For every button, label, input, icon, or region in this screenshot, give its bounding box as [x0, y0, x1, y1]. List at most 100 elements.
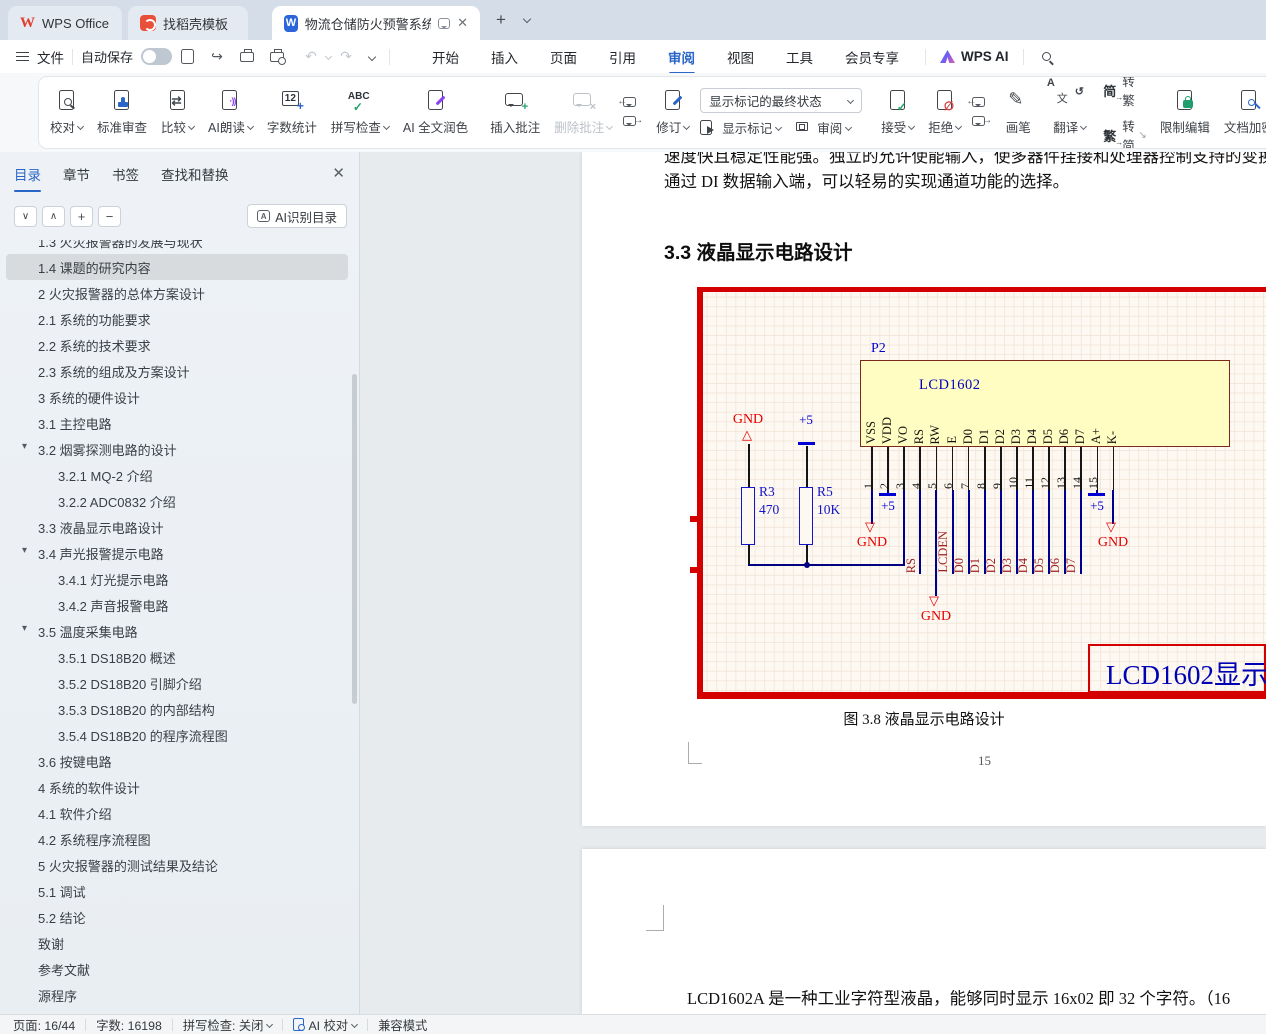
delete-comment-button[interactable]: × 删除批注 — [547, 82, 619, 144]
print-preview-icon[interactable] — [268, 48, 287, 66]
zoom-out-outline-button[interactable]: − — [98, 206, 121, 227]
toc-item[interactable]: 3.5.2 DS18B20 引脚介绍 — [6, 670, 348, 696]
tab-list-chevron-icon[interactable] — [522, 14, 532, 24]
previous-comment-icon[interactable]: ← — [617, 96, 641, 111]
comment-bubble-icon[interactable] — [438, 17, 451, 29]
toc-item[interactable]: 3.5.4 DS18B20 的程序流程图 — [6, 722, 348, 748]
spellcheck-status[interactable]: 拼写检查: 关闭 — [183, 1016, 274, 1034]
toc-item[interactable]: 3.2.2 ADC0832 介绍 — [6, 488, 348, 514]
word-count-button[interactable]: 12 + 字数统计 — [260, 82, 324, 144]
ink-pen-button[interactable]: ✎ 画笔 — [998, 82, 1038, 144]
search-icon[interactable] — [1041, 52, 1051, 61]
ai-proofread-status[interactable]: AI 校对 — [293, 1016, 359, 1034]
menu-tab[interactable]: 引用 — [593, 40, 652, 74]
toc-item[interactable]: 2.3 系统的组成及方案设计 — [6, 358, 348, 384]
toc-item[interactable]: 致谢 — [6, 930, 348, 956]
toc-item[interactable]: 3.4.1 灯光提示电路 — [6, 566, 348, 592]
menu-tab[interactable]: 开始 — [416, 40, 475, 74]
document-encrypt-button[interactable]: 文档加密 — [1217, 82, 1266, 144]
collapse-all-button[interactable]: ∧ — [42, 206, 65, 227]
sidebar-tab[interactable]: 章节 — [63, 164, 90, 192]
autosave-toggle[interactable] — [141, 48, 173, 65]
tab-wps-office[interactable]: W WPS Office — [8, 6, 122, 40]
toc-item[interactable]: 5.1 调试 — [6, 878, 348, 904]
track-changes-button[interactable]: 修订 — [649, 82, 696, 144]
menu-tab[interactable]: 视图 — [711, 40, 770, 74]
toc-item[interactable]: 3.6 按键电路 — [6, 748, 348, 774]
compare-button[interactable]: ⇄ 比较 — [154, 82, 201, 144]
new-tab-button[interactable]: + — [496, 10, 506, 30]
toc-item[interactable]: 源程序 — [6, 982, 348, 1008]
standard-review-button[interactable]: 标准审查 — [90, 82, 154, 144]
sidebar-tab[interactable]: 目录 — [14, 164, 41, 192]
dialog-launcher-icon[interactable]: ↘ — [1138, 130, 1146, 141]
toc-item[interactable]: 3.5 温度采集电路 — [6, 618, 348, 644]
print-icon[interactable] — [238, 48, 256, 66]
toc-item[interactable]: 4 系统的软件设计 — [6, 774, 348, 800]
spell-check-button[interactable]: ABC ✓ 拼写检查 — [324, 82, 396, 144]
toc-item[interactable]: 参考文献 — [6, 956, 348, 982]
toc-item[interactable]: 3 系统的硬件设计 — [6, 384, 348, 410]
markup-state-select[interactable]: 显示标记的最终状态 — [700, 88, 863, 113]
next-comment-icon[interactable]: → — [619, 115, 643, 130]
menu-tab[interactable]: 工具 — [770, 40, 829, 74]
word-count-indicator[interactable]: 字数: 16198 — [96, 1016, 162, 1034]
sidebar-scrollbar[interactable] — [352, 374, 357, 704]
proofread-button[interactable]: 校对 — [43, 82, 90, 144]
file-menu[interactable]: 文件 — [37, 47, 64, 67]
page-17[interactable]: LCD1602A 是一种工业字符型液晶，能够同时显示 16x02 即 32 个字… — [582, 849, 1266, 1014]
toc-item[interactable]: 2.1 系统的功能要求 — [6, 306, 348, 332]
zoom-in-outline-button[interactable]: + — [70, 206, 93, 227]
toc-item[interactable]: 2.2 系统的技术要求 — [6, 332, 348, 358]
toc-item[interactable]: 3.5.3 DS18B20 的内部结构 — [6, 696, 348, 722]
sidebar-tab[interactable]: 书签 — [112, 164, 139, 192]
toc-item[interactable]: 3.1 主控电路 — [6, 410, 348, 436]
toc-item[interactable]: 3.3 液晶显示电路设计 — [6, 514, 348, 540]
page-indicator[interactable]: 页面: 16/44 — [13, 1016, 75, 1034]
ai-polish-button[interactable]: AI 全文润色 — [396, 82, 475, 144]
menu-tab[interactable]: 会员专享 — [829, 40, 915, 74]
tab-document[interactable]: W 物流仓储防火预警系统设计 ✕ — [272, 6, 480, 40]
next-change-icon[interactable]: → — [968, 115, 992, 130]
tab-docer[interactable]: 找稻壳模板 — [128, 6, 248, 40]
ai-read-button[interactable]: ·)) AI朗读 — [201, 82, 260, 144]
previous-change-icon[interactable]: ← — [966, 96, 990, 111]
menu-tab[interactable]: 插入 — [475, 40, 534, 74]
ai-recognize-toc-button[interactable]: A AI识别目录 — [247, 204, 347, 228]
simplified-to-traditional-button[interactable]: 简 转繁 — [1103, 77, 1135, 109]
toc-item[interactable]: 5.2 结论 — [6, 904, 348, 930]
restrict-editing-button[interactable]: 限制编辑 — [1153, 82, 1217, 144]
toc-item[interactable]: 5 火灾报警器的测试结果及结论 — [6, 852, 348, 878]
menu-tab[interactable]: 页面 — [534, 40, 593, 74]
page-16[interactable]: 速度快且稳定性能强。独立的允许使能输入，使多器件挂接和处理器控制支持的变换 通过… — [582, 152, 1266, 826]
toc-item[interactable]: 3.2 烟雾探测电路的设计 — [6, 436, 348, 462]
toc-item[interactable]: 3.5.1 DS18B20 概述 — [6, 644, 348, 670]
sidebar-close-icon[interactable]: ✕ — [332, 164, 345, 182]
translate-button[interactable]: ↺ 翻译 — [1046, 82, 1093, 144]
quickbar-chevron-icon[interactable] — [367, 52, 377, 61]
undo-icon[interactable]: ↶ — [302, 48, 320, 66]
save-icon[interactable] — [178, 48, 196, 66]
toc-item[interactable]: 2 火灾报警器的总体方案设计 — [6, 280, 348, 306]
toc-item[interactable]: 1.4 课题的研究内容 — [6, 254, 348, 280]
insert-comment-button[interactable]: + 插入批注 — [483, 82, 547, 144]
wps-ai-button[interactable]: WPS AI — [961, 49, 1009, 64]
review-pane-button[interactable]: 审阅 — [795, 118, 853, 137]
sidebar-tab[interactable]: 查找和替换 — [161, 164, 229, 192]
traditional-to-simplified-button[interactable]: 繁 转简 — [1103, 116, 1135, 148]
toc-item[interactable]: 1.3 火灾报警器的发展与现状 — [6, 240, 348, 254]
document-canvas[interactable]: 速度快且稳定性能强。独立的允许使能输入，使多器件挂接和处理器控制支持的变换 通过… — [361, 152, 1266, 1014]
show-markup-button[interactable]: 显示标记 — [700, 118, 783, 137]
accept-button[interactable]: ✓ 接受 — [874, 82, 921, 144]
menu-tab[interactable]: 审阅 — [652, 40, 711, 75]
redo-icon[interactable]: ↷ — [337, 48, 355, 66]
toc-item[interactable]: 3.4.2 声音报警电路 — [6, 592, 348, 618]
expand-all-button[interactable]: ∨ — [14, 206, 37, 227]
undo-chevron-icon[interactable] — [324, 52, 333, 61]
export-icon[interactable]: ↪ — [208, 48, 226, 66]
toc-item[interactable]: 3.2.1 MQ-2 介绍 — [6, 462, 348, 488]
toc-item[interactable]: 4.2 系统程序流程图 — [6, 826, 348, 852]
toc-item[interactable]: 3.4 声光报警提示电路 — [6, 540, 348, 566]
close-tab-icon[interactable]: ✕ — [457, 15, 468, 31]
reject-button[interactable]: ∅ 拒绝 — [921, 82, 968, 144]
